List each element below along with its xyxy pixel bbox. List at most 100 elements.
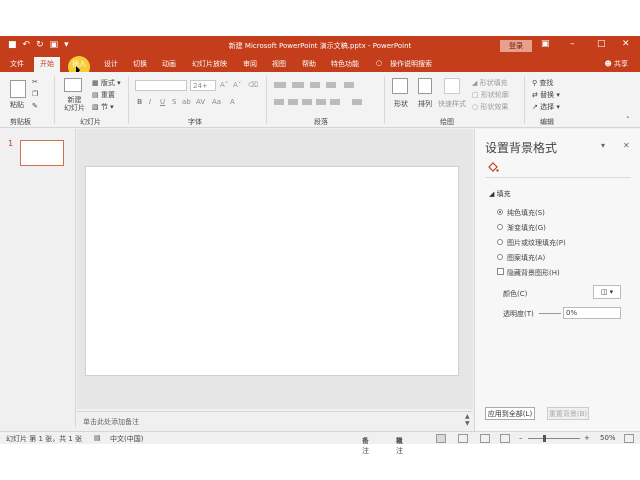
bullets-icon[interactable] (274, 82, 286, 88)
slideshow-view-icon[interactable] (500, 434, 510, 443)
fill-section-header[interactable]: ◢ 填充 (489, 189, 511, 199)
tab-animations[interactable]: 动画 (162, 59, 176, 69)
color-picker-button[interactable]: ◫ ▾ (593, 285, 621, 299)
font-shrink-icon[interactable]: A˅ (233, 81, 241, 89)
picture-fill-radio[interactable] (497, 239, 503, 245)
copy-icon[interactable]: ❐ (32, 90, 38, 98)
zoom-level[interactable]: 50% (600, 434, 616, 442)
zoom-slider-thumb[interactable] (543, 435, 546, 442)
font-color-icon[interactable]: A (230, 98, 235, 106)
tab-design[interactable]: 设计 (104, 59, 118, 69)
reset-background-button[interactable]: 重置背景(B) (547, 407, 589, 420)
decrease-indent-icon[interactable] (310, 82, 320, 88)
align-left-icon[interactable] (274, 99, 284, 105)
login-button[interactable]: 登录 (500, 40, 532, 52)
quick-styles-button[interactable]: 快速样式 (438, 99, 466, 109)
collapse-ribbon-icon[interactable]: ˄ (626, 116, 630, 124)
language-status[interactable]: 中文(中国) (110, 434, 143, 444)
line-spacing-icon[interactable] (344, 82, 354, 88)
tab-file[interactable]: 文件 (10, 59, 24, 69)
underline-icon[interactable]: U (160, 98, 165, 106)
cut-icon[interactable]: ✂ (32, 78, 38, 86)
tab-transitions[interactable]: 切换 (133, 59, 147, 69)
tab-review[interactable]: 审阅 (243, 59, 257, 69)
italic-icon[interactable]: I (149, 98, 151, 106)
strikethrough-icon[interactable]: ab (182, 98, 191, 106)
reading-view-icon[interactable] (480, 434, 490, 443)
zoom-out-icon[interactable]: – (519, 434, 523, 442)
shape-outline-button[interactable]: □ 形状轮廓 (472, 90, 509, 100)
shapes-button[interactable]: 形状 (394, 99, 408, 109)
select-button[interactable]: ↗ 选择 ▾ (532, 102, 560, 112)
font-size-select[interactable]: 24+ (190, 80, 216, 91)
group-separator (524, 76, 525, 124)
char-spacing-icon[interactable]: AV (196, 98, 205, 106)
clear-format-icon[interactable]: ⌫ (248, 81, 258, 89)
tab-slideshow[interactable]: 幻灯片放映 (192, 59, 227, 69)
tab-view[interactable]: 视图 (272, 59, 286, 69)
fill-bucket-icon[interactable] (487, 161, 499, 173)
close-icon[interactable]: ✕ (622, 39, 630, 49)
slide-sorter-icon[interactable] (458, 434, 468, 443)
section-button[interactable]: ▧ 节 ▾ (92, 102, 114, 112)
zoom-slider[interactable] (528, 438, 580, 439)
tell-me-search[interactable]: 操作说明搜索 (390, 59, 432, 69)
new-slide-icon[interactable] (64, 78, 82, 92)
pane-options-icon[interactable]: ▾ (601, 141, 605, 150)
find-button[interactable]: ⚲ 查找 (532, 78, 553, 88)
notes-pane[interactable]: 单击此处添加备注 (77, 411, 473, 429)
slide-canvas[interactable] (85, 166, 459, 376)
paste-icon[interactable] (10, 80, 26, 98)
transparency-slider[interactable] (539, 313, 561, 314)
tab-home[interactable]: 开始 (34, 57, 60, 72)
shapes-icon[interactable] (392, 78, 408, 94)
new-slide-button[interactable]: 新建 幻灯片 (64, 96, 85, 112)
scroll-up-icon[interactable]: ▲ (465, 413, 473, 420)
font-family-select[interactable] (135, 80, 187, 91)
notes-scrollbar[interactable]: ▲ ▼ (465, 413, 473, 431)
replace-button[interactable]: ⇄ 替换 ▾ (532, 90, 560, 100)
increase-indent-icon[interactable] (326, 82, 336, 88)
shape-effect-button[interactable]: ○ 形状效果 (472, 102, 508, 112)
maximize-icon[interactable]: □ (597, 39, 606, 49)
align-center-icon[interactable] (288, 99, 298, 105)
shadow-icon[interactable]: S (172, 98, 176, 106)
arrange-button[interactable]: 排列 (418, 99, 432, 109)
pane-close-icon[interactable]: ✕ (623, 141, 630, 150)
align-right-icon[interactable] (302, 99, 312, 105)
gradient-fill-radio[interactable] (497, 224, 503, 230)
fit-to-window-icon[interactable] (624, 434, 634, 443)
group-separator (384, 76, 385, 124)
tab-help[interactable]: 帮助 (302, 59, 316, 69)
numbering-icon[interactable] (292, 82, 304, 88)
pattern-fill-radio[interactable] (497, 254, 503, 260)
quick-styles-icon[interactable] (444, 78, 460, 94)
minimize-icon[interactable]: – (570, 39, 575, 49)
text-direction-icon[interactable] (352, 99, 362, 105)
columns-icon[interactable] (330, 99, 340, 105)
normal-view-icon[interactable] (436, 434, 446, 443)
ribbon-display-icon[interactable]: ▣ (541, 39, 550, 49)
font-grow-icon[interactable]: A˄ (220, 81, 228, 89)
format-painter-icon[interactable]: ✎ (32, 102, 38, 110)
apply-to-all-button[interactable]: 应用到全部(L) (485, 407, 535, 420)
tab-features[interactable]: 特色功能 (331, 59, 359, 69)
reset-button[interactable]: ▤ 重置 (92, 90, 115, 100)
shape-fill-button[interactable]: ◢ 形状填充 (472, 78, 508, 88)
clipboard-group-label: 剪贴板 (10, 118, 31, 126)
layout-button[interactable]: ▦ 版式 ▾ (92, 78, 121, 88)
paste-label[interactable]: 粘贴 (10, 100, 24, 110)
arrange-icon[interactable] (418, 78, 432, 94)
slide-number: 1 (8, 139, 14, 148)
justify-icon[interactable] (316, 99, 326, 105)
zoom-in-icon[interactable]: + (584, 434, 590, 442)
bold-icon[interactable]: B (137, 98, 142, 106)
spellcheck-icon[interactable]: ▤ (94, 434, 101, 442)
slide-thumbnail[interactable] (20, 140, 64, 166)
transparency-input[interactable]: 0% (563, 307, 621, 319)
change-case-icon[interactable]: Aa (212, 98, 221, 106)
scroll-down-icon[interactable]: ▼ (465, 420, 473, 427)
hide-background-checkbox[interactable] (497, 268, 504, 275)
share-button[interactable]: ☻ 共享 (604, 59, 628, 69)
solid-fill-radio[interactable] (497, 209, 503, 215)
